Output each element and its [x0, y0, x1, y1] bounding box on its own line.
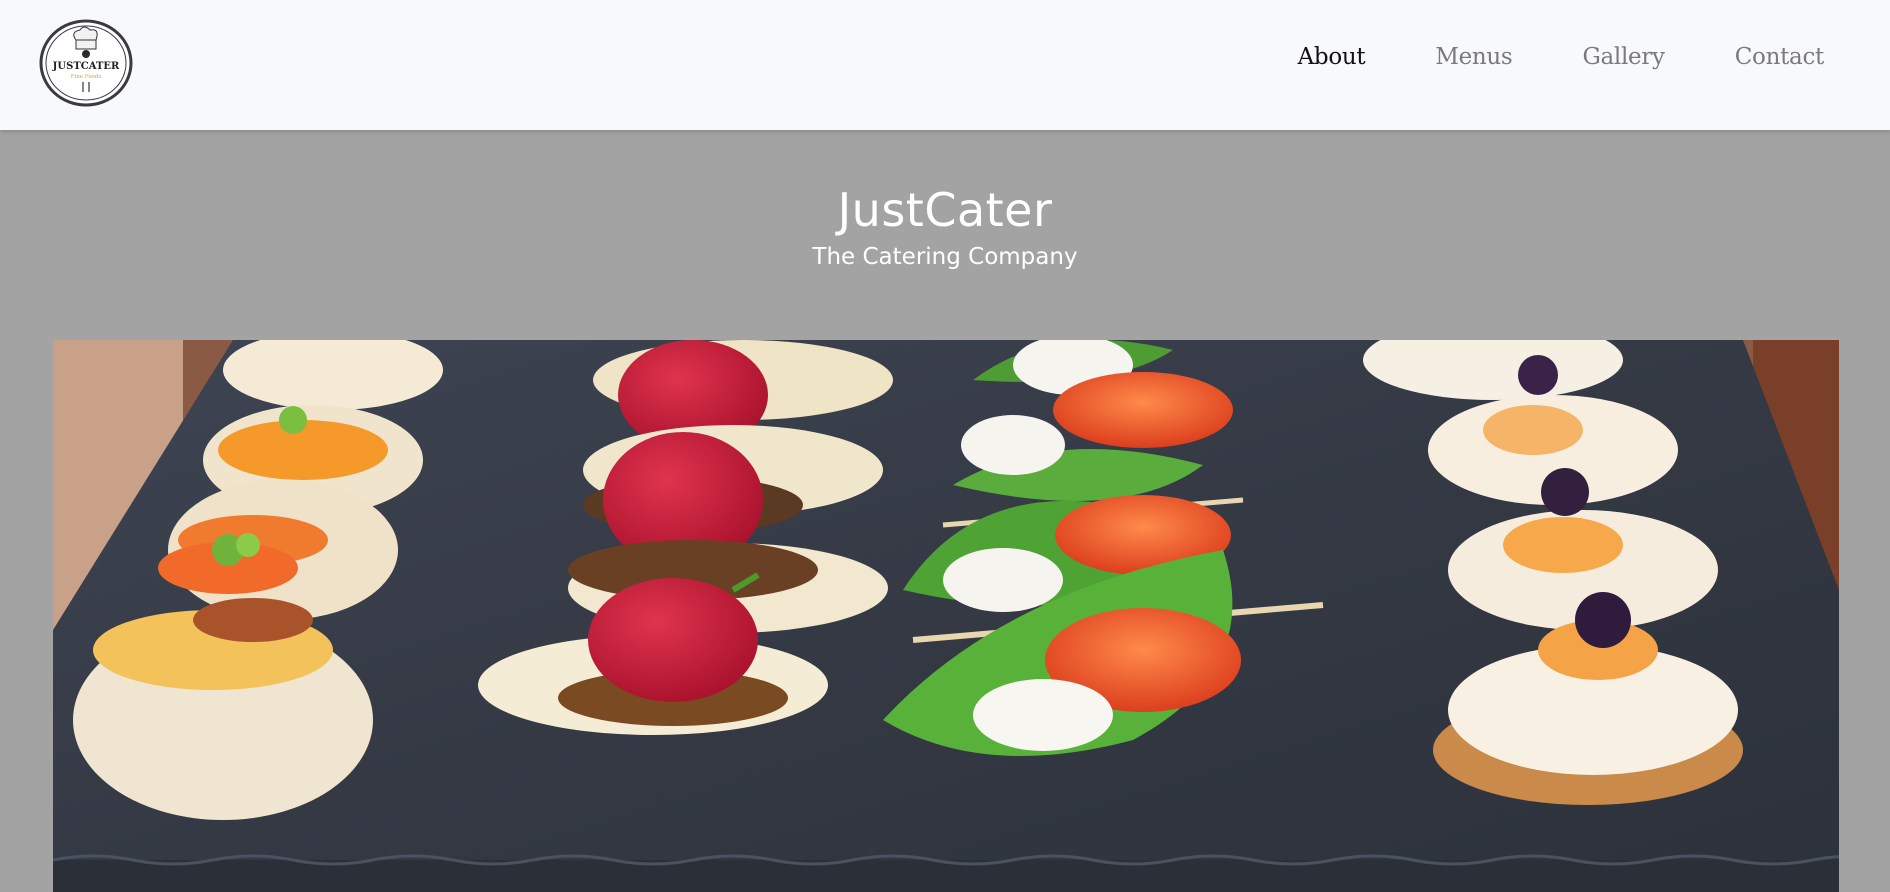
hero-title: JustCater — [837, 183, 1053, 237]
canapes-hero-image — [53, 340, 1839, 892]
hero-header: JustCater The Catering Company — [0, 130, 1890, 272]
nav-link-gallery[interactable]: Gallery — [1582, 44, 1665, 70]
nav-link-menus[interactable]: Menus — [1435, 44, 1512, 70]
logo-tagline: Fine Foods — [71, 74, 102, 80]
chef-hat-logo-icon: JUSTCATER Fine Foods — [39, 19, 133, 107]
nav-links: About Menus Gallery Contact — [1228, 44, 1825, 70]
hero-subtitle: The Catering Company — [812, 244, 1078, 270]
navbar: JUSTCATER Fine Foods About Menus Gallery… — [0, 0, 1890, 130]
nav-link-contact[interactable]: Contact — [1735, 44, 1825, 70]
logo-text: JUSTCATER — [52, 61, 120, 72]
justcater-logo[interactable]: JUSTCATER Fine Foods — [38, 18, 134, 108]
nav-link-about[interactable]: About — [1298, 44, 1366, 70]
